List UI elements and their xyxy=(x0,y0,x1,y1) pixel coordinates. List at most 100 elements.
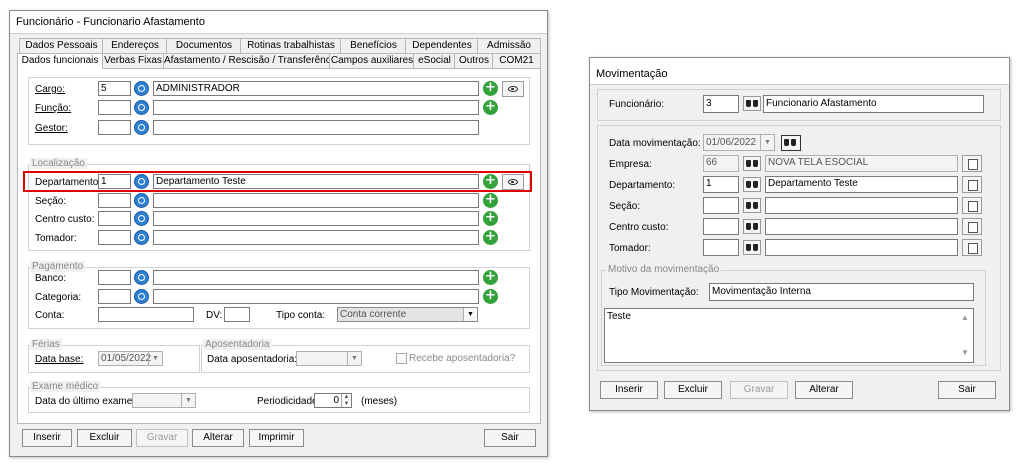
centro-custo-desc-input[interactable] xyxy=(153,211,479,226)
gestor-search-icon[interactable] xyxy=(134,120,149,135)
recebe-aposentadoria-checkbox[interactable] xyxy=(396,353,407,364)
chevron-down-icon[interactable]: ▼ xyxy=(181,394,195,407)
ultimo-exame-input[interactable]: ▼ xyxy=(132,393,196,408)
tipo-movimentacao-input[interactable]: Movimentação Interna xyxy=(709,283,974,301)
centro-custo-add-icon[interactable]: + xyxy=(483,211,498,226)
inserir-button[interactable]: Inserir xyxy=(600,381,658,399)
gestor-desc-input[interactable] xyxy=(153,120,479,135)
centro-custo-desc-input[interactable] xyxy=(765,218,958,235)
tomador-add-icon[interactable]: + xyxy=(483,230,498,245)
funcionario-code-input[interactable]: 3 xyxy=(703,95,739,113)
data-movimentacao-input[interactable]: 01/06/2022 ▼ xyxy=(703,134,775,151)
tab-esocial[interactable]: eSocial xyxy=(413,53,456,69)
funcao-add-icon[interactable]: + xyxy=(483,100,498,115)
categoria-code-input[interactable] xyxy=(98,289,131,304)
empresa-detail-button[interactable] xyxy=(962,155,982,172)
funcao-desc-input[interactable] xyxy=(153,100,479,115)
funcao-search-icon[interactable] xyxy=(134,100,149,115)
excluir-button[interactable]: Excluir xyxy=(77,429,132,447)
gravar-button[interactable]: Gravar xyxy=(730,381,788,399)
cargo-code-input[interactable]: 5 xyxy=(98,81,131,96)
cargo-search-icon[interactable] xyxy=(134,81,149,96)
chevron-down-icon[interactable]: ▼ xyxy=(148,352,162,365)
tomador-detail-button[interactable] xyxy=(962,239,982,256)
tomador-code-input[interactable] xyxy=(98,230,131,245)
cargo-desc-input[interactable]: ADMINISTRADOR xyxy=(153,81,479,96)
sair-button[interactable]: Sair xyxy=(484,429,536,447)
funcionario-search-button[interactable] xyxy=(743,96,761,111)
secao-search-icon[interactable] xyxy=(134,193,149,208)
banco-code-input[interactable] xyxy=(98,270,131,285)
tab-com21[interactable]: COM21 xyxy=(492,53,541,69)
tab-documentos[interactable]: Documentos xyxy=(166,38,242,54)
departamento-search-button[interactable] xyxy=(743,177,761,192)
tab-campos-auxiliares[interactable]: Campos auxiliares xyxy=(329,53,415,69)
dv-input[interactable] xyxy=(224,307,250,322)
centro-custo-code-input[interactable] xyxy=(703,218,739,235)
tomador-desc-input[interactable] xyxy=(765,239,958,256)
banco-add-icon[interactable]: + xyxy=(483,270,498,285)
tab-afastamento-rescisao[interactable]: Afastamento / Rescisão / Transferência xyxy=(163,53,331,69)
tab-verbas-fixas[interactable]: Verbas Fixas xyxy=(101,53,165,69)
chevron-down-icon[interactable]: ▼ xyxy=(347,352,361,365)
secao-desc-input[interactable] xyxy=(765,197,958,214)
tomador-code-input[interactable] xyxy=(703,239,739,256)
empresa-search-button[interactable] xyxy=(743,156,761,171)
imprimir-button[interactable]: Imprimir xyxy=(249,429,304,447)
secao-add-icon[interactable]: + xyxy=(483,193,498,208)
tomador-search-button[interactable] xyxy=(743,240,761,255)
excluir-button[interactable]: Excluir xyxy=(664,381,722,399)
sair-button[interactable]: Sair xyxy=(938,381,996,399)
chevron-down-icon[interactable]: ▼ xyxy=(463,308,477,321)
tab-dados-pessoais[interactable]: Dados Pessoais xyxy=(19,38,104,54)
scroll-down-icon[interactable]: ▼ xyxy=(959,345,971,361)
tab-beneficios[interactable]: Benefícios xyxy=(340,38,407,54)
banco-desc-input[interactable] xyxy=(153,270,479,285)
centro-custo-code-input[interactable] xyxy=(98,211,131,226)
centro-custo-search-icon[interactable] xyxy=(134,211,149,226)
data-aposentadoria-input[interactable]: ▼ xyxy=(296,351,362,366)
data-base-input[interactable]: 01/05/2022 ▼ xyxy=(98,351,163,366)
funcionario-desc-input[interactable]: Funcionario Afastamento xyxy=(763,95,984,113)
categoria-add-icon[interactable]: + xyxy=(483,289,498,304)
tomador-desc-input[interactable] xyxy=(153,230,479,245)
tab-rotinas-trabalhistas[interactable]: Rotinas trabalhistas xyxy=(240,38,342,54)
tab-dependentes[interactable]: Dependentes xyxy=(405,38,479,54)
secao-code-input[interactable] xyxy=(98,193,131,208)
banco-search-icon[interactable] xyxy=(134,270,149,285)
tab-enderecos[interactable]: Endereços xyxy=(102,38,168,54)
tab-outros[interactable]: Outros xyxy=(454,53,494,69)
departamento-detail-button[interactable] xyxy=(962,176,982,193)
tab-dados-funcionais[interactable]: Dados funcionais xyxy=(17,53,103,69)
centro-custo-search-button[interactable] xyxy=(743,219,761,234)
alterar-button[interactable]: Alterar xyxy=(192,429,244,447)
departamento-code-input[interactable]: 1 xyxy=(703,176,739,193)
empresa-desc-input[interactable]: NOVA TELA ESOCIAL xyxy=(765,155,958,172)
alterar-button[interactable]: Alterar xyxy=(795,381,853,399)
scroll-up-icon[interactable]: ▲ xyxy=(959,310,971,326)
centro-custo-detail-button[interactable] xyxy=(962,218,982,235)
secao-code-input[interactable] xyxy=(703,197,739,214)
periodicidade-input[interactable]: 0 ▲ ▼ xyxy=(314,393,352,408)
categoria-search-icon[interactable] xyxy=(134,289,149,304)
data-search-button[interactable] xyxy=(781,135,801,151)
gestor-code-input[interactable] xyxy=(98,120,131,135)
observacao-textarea[interactable]: Teste ▲ ▼ xyxy=(604,308,974,363)
categoria-desc-input[interactable] xyxy=(153,289,479,304)
secao-detail-button[interactable] xyxy=(962,197,982,214)
departamento-desc-input[interactable]: Departamento Teste xyxy=(765,176,958,193)
tab-admissao[interactable]: Admissão xyxy=(477,38,541,54)
tomador-search-icon[interactable] xyxy=(134,230,149,245)
tipo-conta-select[interactable]: Conta corrente ▼ xyxy=(337,307,478,322)
funcao-code-input[interactable] xyxy=(98,100,131,115)
inserir-button[interactable]: Inserir xyxy=(22,429,72,447)
cargo-view-button[interactable] xyxy=(502,81,524,97)
chevron-down-icon[interactable]: ▼ xyxy=(760,135,774,150)
gravar-button[interactable]: Gravar xyxy=(136,429,188,447)
conta-input[interactable] xyxy=(98,307,194,322)
secao-search-button[interactable] xyxy=(743,198,761,213)
secao-desc-input[interactable] xyxy=(153,193,479,208)
empresa-code-input[interactable]: 66 xyxy=(703,155,739,172)
spinner-icon[interactable]: ▲ ▼ xyxy=(341,394,351,407)
cargo-add-icon[interactable]: + xyxy=(483,81,498,96)
